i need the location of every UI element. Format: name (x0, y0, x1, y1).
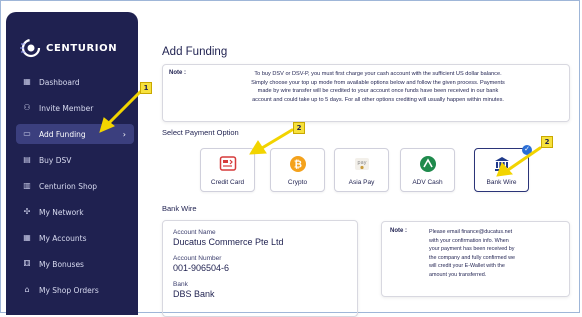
bank-wire-details: Account Name Ducatus Commerce Pte Ltd Ac… (162, 220, 358, 317)
note-line: with your confirmation info. When (429, 237, 509, 244)
note-line: account and could take up to 5 days. For… (252, 96, 504, 103)
account-number-value: 001-906504-6 (173, 263, 230, 273)
payment-option-label: Bank Wire (486, 179, 517, 186)
note-line: made by wire transfer will be credited t… (257, 88, 499, 95)
account-name-label: Account Name (173, 229, 216, 236)
note-label: Note : (390, 228, 407, 234)
sidebar-item-add-funding[interactable]: ▭ Add Funding › (16, 124, 134, 144)
bank-wire-heading: Bank Wire (162, 204, 197, 213)
sidebar-item-label: Add Funding (39, 129, 86, 139)
payment-option-credit-card[interactable]: Credit Card (200, 148, 255, 192)
note-line: will credit your E-Wallet with the (429, 263, 505, 270)
cart-icon: ▤ (23, 155, 31, 164)
note-line: amount you transferred. (429, 271, 487, 278)
chevron-right-icon: › (122, 129, 126, 139)
sidebar-item-label: Buy DSV (39, 155, 72, 165)
asiapay-icon: pay (353, 155, 371, 173)
sidebar-item-centurion-shop[interactable]: ▥ Centurion Shop (16, 176, 134, 196)
network-icon: ✣ (23, 207, 31, 216)
sidebar-item-buy-dsv[interactable]: ▤ Buy DSV (16, 150, 134, 170)
annotation-badge-3: 2 (541, 136, 553, 148)
grid-icon: ▦ (23, 77, 31, 86)
annotation-badge-2: 2 (293, 122, 305, 134)
payment-option-label: Asia Pay (348, 179, 375, 186)
brand-logo[interactable]: CENTURION (20, 37, 117, 59)
note-line: To buy DSV or DSV-P, you must first char… (254, 71, 502, 77)
sidebar-item-my-bonuses[interactable]: ⚅ My Bonuses (16, 254, 134, 274)
brand-name: CENTURION (46, 42, 118, 54)
sidebar-item-label: My Accounts (39, 233, 87, 243)
note-text: Please email finance@ducatus.net with yo… (429, 228, 562, 280)
payment-option-bank-wire[interactable]: Bank Wire ✓ (474, 145, 532, 192)
sidebar: CENTURION ▦ Dashboard ⚇ Invite Member ▭ … (6, 12, 138, 315)
bitcoin-icon: ₿ (289, 155, 307, 173)
bag-icon: ⌂ (24, 285, 30, 294)
payment-option-crypto[interactable]: ₿ Crypto (270, 148, 325, 192)
note-line: your payment has been received by (429, 246, 515, 253)
payment-option-adv-cash[interactable]: ADV Cash (400, 148, 455, 192)
sidebar-item-my-accounts[interactable]: ▦ My Accounts (16, 228, 134, 248)
bank-value: DBS Bank (173, 289, 215, 299)
note-line: Simply choose your top up mode from avai… (251, 79, 505, 86)
payment-option-label: Crypto (287, 179, 308, 186)
advcash-icon (419, 155, 437, 173)
page-title: Add Funding (162, 46, 228, 58)
payment-option-heading: Select Payment Option (162, 128, 239, 137)
check-icon: ✓ (522, 145, 532, 155)
svg-text:pay: pay (357, 160, 366, 166)
note-label: Note : (169, 70, 186, 76)
centurion-logo-icon (20, 37, 42, 59)
sidebar-item-label: Invite Member (39, 103, 94, 113)
credit-card-icon (219, 155, 237, 173)
bonus-icon: ⚅ (23, 259, 31, 268)
sidebar-item-label: Dashboard (39, 77, 80, 87)
sidebar-item-label: My Shop Orders (39, 285, 99, 295)
sidebar-item-label: My Network (39, 207, 84, 217)
sidebar-item-label: My Bonuses (39, 259, 84, 269)
svg-text:₿: ₿ (293, 159, 301, 171)
payment-option-asia-pay[interactable]: pay Asia Pay (334, 148, 389, 192)
sidebar-item-invite-member[interactable]: ⚇ Invite Member (16, 98, 134, 118)
payment-option-label: ADV Cash (412, 179, 443, 186)
note-text: To buy DSV or DSV-P, you must first char… (194, 70, 562, 104)
bank-wire-note: Note : Please email finance@ducatus.net … (381, 221, 570, 297)
annotation-badge-1: 1 (140, 82, 152, 94)
payment-option-label: Credit Card (210, 179, 245, 186)
account-number-label: Account Number (173, 255, 222, 262)
bank-label: Bank (173, 281, 188, 288)
wallet-icon: ▭ (23, 129, 31, 138)
note-line: the company and fully confirmed we (429, 254, 515, 261)
info-note: Note : To buy DSV or DSV-P, you must fir… (162, 64, 570, 122)
bank-icon (493, 155, 511, 173)
accounts-icon: ▦ (23, 233, 31, 242)
sidebar-item-my-network[interactable]: ✣ My Network (16, 202, 134, 222)
people-icon: ⚇ (23, 103, 31, 112)
note-line: Please email finance@ducatus.net (429, 229, 513, 235)
sidebar-item-dashboard[interactable]: ▦ Dashboard (16, 72, 134, 92)
sidebar-item-label: Centurion Shop (39, 181, 98, 191)
sidebar-item-my-shop-orders[interactable]: ⌂ My Shop Orders (16, 280, 134, 300)
shop-icon: ▥ (23, 181, 31, 190)
account-name-value: Ducatus Commerce Pte Ltd (173, 237, 284, 247)
